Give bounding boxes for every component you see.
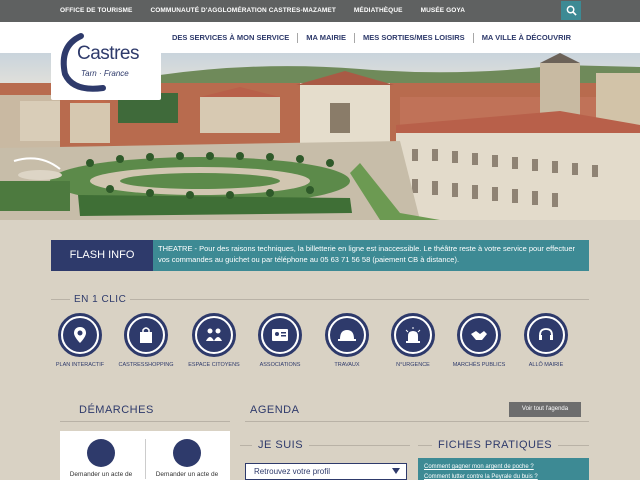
demarches-divider xyxy=(60,421,230,422)
top-link-musee-goya[interactable]: MUSÉE GOYA xyxy=(421,0,465,22)
quick-label: MARCHÉS PUBLICS xyxy=(452,362,506,368)
demarche-card[interactable]: Demander un acte de xyxy=(62,439,140,478)
top-links: OFFICE DE TOURISME COMMUNAUTÉ D'AGGLOMÉR… xyxy=(60,0,483,22)
top-bar: OFFICE DE TOURISME COMMUNAUTÉ D'AGGLOMÉR… xyxy=(0,0,640,22)
hard-hat-icon xyxy=(338,330,356,341)
top-link-office-tourisme[interactable]: OFFICE DE TOURISME xyxy=(60,0,132,22)
demarche-card[interactable]: Demander un acte de xyxy=(148,439,226,478)
en1clic-title: EN 1 CLIC xyxy=(70,294,131,305)
quick-plan-interactif[interactable]: PLAN INTERACTIF xyxy=(52,313,108,368)
quick-travaux[interactable]: TRAVAUX xyxy=(319,313,375,368)
nav-divider xyxy=(297,32,299,43)
nav-services[interactable]: DES SERVICES À MON SERVICE xyxy=(172,33,289,42)
fiche-link[interactable]: Comment lutter contre la Peyrale du buis… xyxy=(424,472,583,480)
see-all-agenda-button[interactable]: Voir tout l'agenda xyxy=(509,402,581,417)
quick-espace-citoyens[interactable]: ESPACE CITOYENS xyxy=(186,313,242,368)
flash-info-text[interactable]: THEATRE - Pour des raisons techniques, l… xyxy=(153,240,589,271)
document-icon xyxy=(87,439,115,467)
logo-tagline: Tarn · France xyxy=(81,69,129,78)
quick-label: ESPACE CITOYENS xyxy=(188,362,240,368)
top-link-communaute[interactable]: COMMUNAUTÉ D'AGGLOMÉRATION CASTRES-MAZAM… xyxy=(150,0,335,22)
quick-label: ALLÔ MAIRIE xyxy=(528,362,564,368)
map-pin-icon xyxy=(74,327,86,343)
quick-label: CASTRESSHOPPING xyxy=(118,362,174,368)
citizens-icon xyxy=(206,328,222,341)
nav-divider xyxy=(472,32,474,43)
profile-select-value: Retrouvez votre profil xyxy=(254,467,331,476)
quick-marches-publics[interactable]: MARCHÉS PUBLICS xyxy=(451,313,507,368)
fiche-link[interactable]: Comment gagner mon argent de poche ? xyxy=(424,462,583,472)
en1clic-divider xyxy=(51,299,589,300)
fiches-list: Comment gagner mon argent de poche ? Com… xyxy=(418,458,589,480)
quick-allo-mairie[interactable]: ALLÔ MAIRIE xyxy=(518,313,574,368)
card-divider xyxy=(145,439,146,479)
quick-associations[interactable]: ASSOCIATIONS xyxy=(252,313,308,368)
headset-icon xyxy=(539,328,553,340)
castres-logo[interactable]: Castres Tarn · France xyxy=(51,28,161,100)
id-card-icon xyxy=(272,329,288,341)
quick-label: TRAVAUX xyxy=(334,362,360,368)
quick-label: PLAN INTERACTIF xyxy=(55,362,105,368)
shopping-bag-icon xyxy=(140,327,152,343)
search-icon xyxy=(566,5,577,16)
demarches-panel: Demander un acte de Demander un acte de xyxy=(60,431,230,480)
fiches-title: FICHES PRATIQUES xyxy=(432,439,559,451)
nav-sorties-loisirs[interactable]: MES SORTIES/MES LOISIRS xyxy=(363,33,465,42)
handshake-icon xyxy=(471,331,487,340)
quick-urgence[interactable]: N°URGENCE xyxy=(385,313,441,368)
quick-castresshopping[interactable]: CASTRESSHOPPING xyxy=(118,313,174,368)
top-link-mediatheque[interactable]: MÉDIATHÈQUE xyxy=(354,0,403,22)
profile-select[interactable]: Retrouvez votre profil xyxy=(245,463,407,480)
logo-name: Castres xyxy=(77,43,139,64)
demarche-card-text: Demander un acte de xyxy=(69,471,133,478)
agenda-divider xyxy=(245,421,589,422)
jesuis-title: JE SUIS xyxy=(252,439,310,451)
demarche-card-text: Demander un acte de xyxy=(155,471,219,478)
nav-ville-decouvrir[interactable]: MA VILLE À DÉCOUVRIR xyxy=(482,33,571,42)
alarm-icon xyxy=(405,327,421,343)
search-button[interactable] xyxy=(561,1,581,20)
nav-ma-mairie[interactable]: MA MAIRIE xyxy=(306,33,346,42)
agenda-title: AGENDA xyxy=(250,404,300,416)
document-icon xyxy=(173,439,201,467)
demarches-title: DÉMARCHES xyxy=(79,404,154,416)
quick-label: N°URGENCE xyxy=(396,362,430,368)
nav-divider xyxy=(354,32,355,43)
quick-label: ASSOCIATIONS xyxy=(259,362,301,368)
chevron-down-icon xyxy=(392,468,400,474)
flash-info-label: FLASH INFO xyxy=(51,240,153,271)
